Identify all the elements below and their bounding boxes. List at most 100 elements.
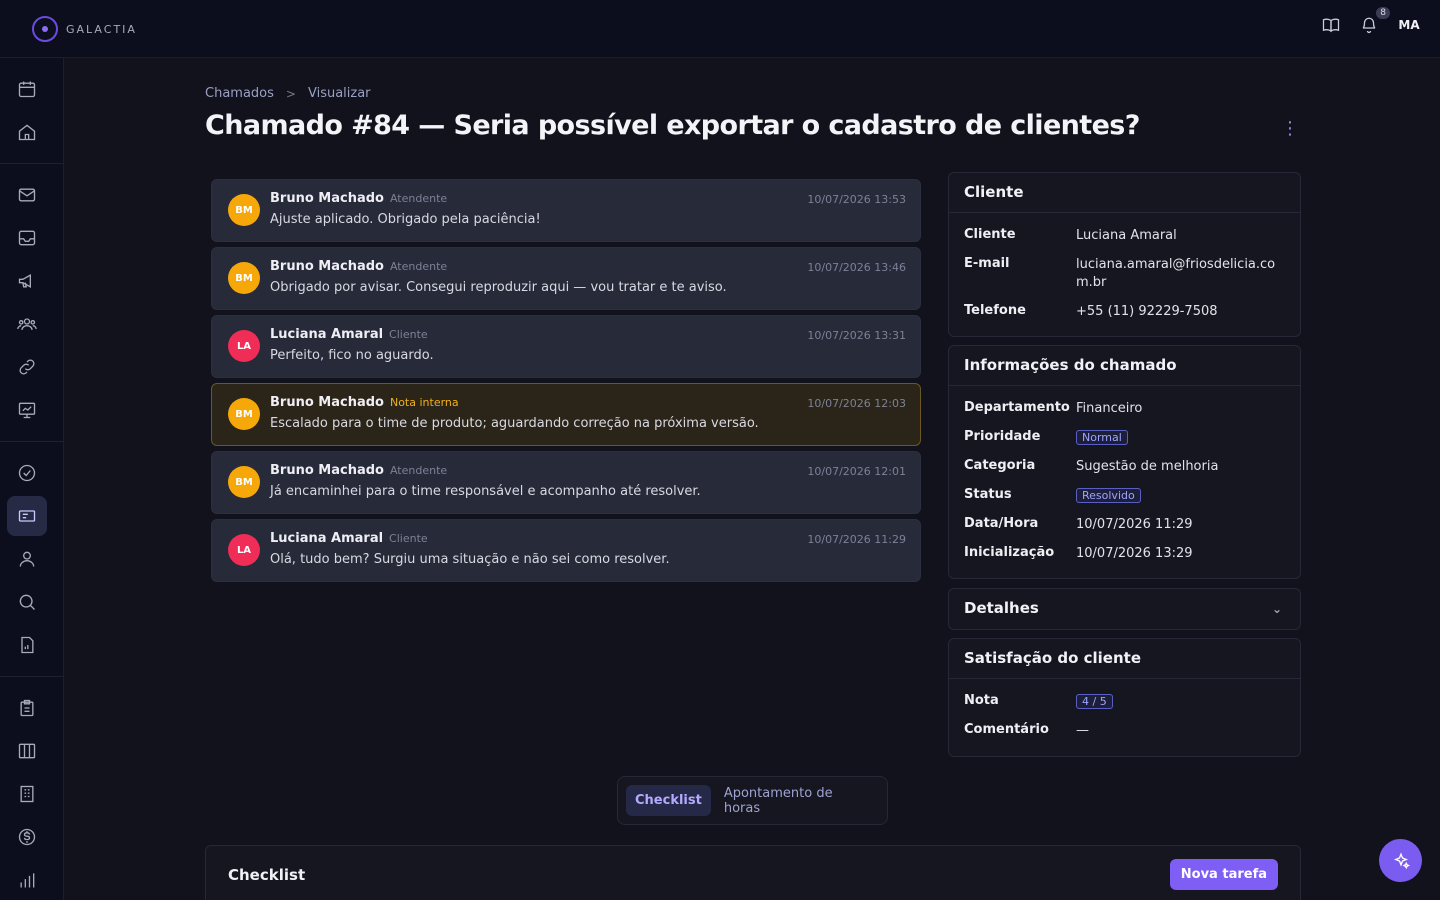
document-report-icon[interactable] [7, 625, 47, 665]
home-icon[interactable] [7, 112, 47, 152]
client-panel-title: Cliente [949, 173, 1300, 213]
bell-icon[interactable]: 8 [1358, 7, 1390, 36]
datetime-value: 10/07/2026 11:29 [1076, 517, 1193, 532]
chevron-right-icon: > [285, 86, 296, 101]
message-author: Luciana Amaral [270, 531, 384, 546]
message-text: Ajuste aplicado. Obrigado pela paciência… [270, 212, 541, 227]
more-options-icon[interactable]: ⋮ [1280, 118, 1300, 139]
mail-icon[interactable] [7, 175, 47, 215]
message-author: Bruno Machado [270, 395, 384, 410]
message-role: Atendente [389, 260, 448, 273]
field-label: Comentário [964, 722, 1049, 737]
field-label: Inicialização [964, 545, 1055, 560]
message-text: Já encaminhei para o time responsável e … [270, 484, 701, 499]
avatar: BM [228, 398, 260, 430]
client-name: Luciana Amaral [1076, 228, 1177, 243]
checklist-section: Checklist Nova tarefa [205, 845, 1301, 900]
notification-count: 8 [1376, 7, 1390, 19]
avatar: LA [228, 330, 260, 362]
chevron-down-icon[interactable]: ⌄ [1272, 602, 1282, 616]
new-task-button[interactable]: Nova tarefa [1169, 859, 1278, 890]
message-item: BM Bruno Machado Atendente 10/07/2026 12:… [211, 451, 921, 514]
satisfaction-title: Satisfação do cliente [949, 639, 1300, 679]
field-label: E-mail [964, 256, 1010, 271]
avatar: BM [228, 466, 260, 498]
user-avatar[interactable]: MA [1396, 18, 1422, 32]
message-time: 10/07/2026 11:29 [807, 533, 906, 546]
message-text: Obrigado por avisar. Consegui reproduzir… [270, 280, 727, 295]
message-role: Cliente [389, 532, 428, 545]
message-text: Olá, tudo bem? Surgiu uma situação e não… [270, 552, 670, 567]
sparkles-icon [1393, 851, 1410, 869]
message-time: 10/07/2026 13:31 [807, 329, 906, 342]
users-group-icon[interactable] [7, 304, 47, 344]
avatar: BM [228, 262, 260, 294]
message-role: Atendente [389, 464, 448, 477]
priority-badge: Normal [1076, 430, 1128, 445]
message-item: BM Bruno Machado Atendente 10/07/2026 13:… [211, 247, 921, 310]
page-title: Chamado #84 — Seria possível exportar o … [205, 110, 1140, 141]
message-role: Cliente [389, 328, 428, 341]
app-logo[interactable]: GALACTIA [32, 16, 137, 42]
start-value: 10/07/2026 13:29 [1076, 546, 1193, 561]
message-time: 10/07/2026 13:46 [807, 261, 906, 274]
search-icon[interactable] [7, 582, 47, 622]
field-label: Prioridade [964, 429, 1041, 444]
dollar-icon[interactable] [7, 817, 47, 857]
field-label: Data/Hora [964, 516, 1039, 531]
presentation-chart-icon[interactable] [7, 390, 47, 430]
message-text: Escalado para o time de produto; aguarda… [270, 416, 759, 431]
message-time: 10/07/2026 12:03 [807, 397, 906, 410]
book-icon[interactable] [1320, 14, 1342, 36]
client-panel: Cliente Cliente Luciana Amaral E-mail luci… [948, 172, 1301, 337]
message-author: Bruno Machado [270, 259, 384, 274]
status-badge: Resolvido [1076, 488, 1141, 503]
checklist-title: Checklist [228, 866, 306, 884]
client-email[interactable]: luciana.amaral@friosdelicia.com.br [1076, 256, 1285, 292]
details-panel[interactable]: Detalhes ⌄ [948, 588, 1301, 630]
field-label: Categoria [964, 458, 1036, 473]
field-label: Departamento [964, 400, 1070, 415]
link-icon[interactable] [7, 347, 47, 387]
field-label: Status [964, 487, 1012, 502]
department-value: Financeiro [1076, 401, 1143, 416]
avatar: LA [228, 534, 260, 566]
field-label: Cliente [964, 227, 1016, 242]
bar-chart-icon[interactable] [7, 860, 47, 900]
tab-checklist[interactable]: Checklist [626, 785, 711, 816]
details-title-text: Detalhes [964, 599, 1039, 617]
main-content: Chamados > Visualizar Chamado #84 — Seri… [64, 58, 1440, 900]
message-text: Perfeito, fico no aguardo. [270, 348, 434, 363]
columns-icon[interactable] [7, 731, 47, 771]
inbox-icon[interactable] [7, 218, 47, 258]
tab-time-tracking[interactable]: Apontamento de horas [715, 778, 879, 824]
message-time: 10/07/2026 13:53 [807, 193, 906, 206]
check-circle-icon[interactable] [7, 453, 47, 493]
message-role: Nota interna [389, 396, 459, 409]
breadcrumb-root[interactable]: Chamados [205, 86, 274, 101]
megaphone-icon[interactable] [7, 261, 47, 301]
breadcrumb-current: Visualizar [307, 86, 371, 101]
message-item: LA Luciana Amaral Cliente 10/07/2026 11:2… [211, 519, 921, 582]
ticket-icon[interactable] [7, 496, 47, 536]
breadcrumb: Chamados > Visualizar [205, 86, 371, 101]
clipboard-icon[interactable] [7, 688, 47, 728]
user-icon[interactable] [7, 539, 47, 579]
message-item: BM Bruno Machado Atendente 10/07/2026 13:… [211, 179, 921, 242]
ticket-info-title: Informações do chamado [949, 346, 1300, 386]
tab-bar: Checklist Apontamento de horas [617, 776, 888, 825]
category-value: Sugestão de melhoria [1076, 459, 1219, 474]
rating-badge: 4 / 5 [1076, 694, 1113, 709]
message-item: LA Luciana Amaral Cliente 10/07/2026 13:3… [211, 315, 921, 378]
message-author: Bruno Machado [270, 463, 384, 478]
calendar-icon[interactable] [7, 69, 47, 109]
satisfaction-panel: Satisfação do cliente Nota 4 / 5 Comentár… [948, 638, 1301, 757]
logo-icon [32, 16, 58, 42]
message-author: Bruno Machado [270, 191, 384, 206]
client-phone: +55 (11) 92229-7508 [1076, 304, 1218, 319]
app-name: GALACTIA [66, 22, 137, 36]
building-icon[interactable] [7, 774, 47, 814]
message-role: Atendente [389, 192, 448, 205]
internal-note-item: BM Bruno Machado Nota interna 10/07/2026 … [211, 383, 921, 446]
ai-assistant-button[interactable] [1379, 839, 1422, 882]
